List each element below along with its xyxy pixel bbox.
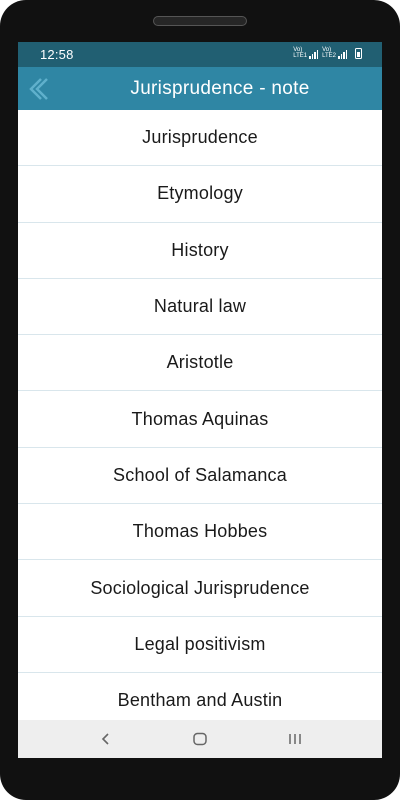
nav-back-button[interactable]: [93, 726, 119, 752]
app-bar: Jurisprudence - note: [18, 67, 382, 110]
nav-home-icon: [193, 732, 207, 746]
page-title: Jurisprudence - note: [130, 78, 310, 99]
sim2-lte-label: LTE2: [322, 53, 336, 59]
list-item[interactable]: History: [18, 223, 382, 279]
list-item[interactable]: Thomas Aquinas: [18, 391, 382, 448]
nav-recents-button[interactable]: [282, 726, 308, 752]
list-item[interactable]: Etymology: [18, 166, 382, 223]
nav-home-button[interactable]: [187, 726, 213, 752]
list-item[interactable]: Natural law: [18, 279, 382, 336]
screen: 12:58 Vo) LTE1 Vo) LTE2 Jurisprudence - …: [18, 42, 382, 758]
status-time: 12:58: [40, 47, 74, 62]
status-bar: 12:58 Vo) LTE1 Vo) LTE2: [18, 42, 382, 67]
back-button[interactable]: [23, 75, 51, 103]
list-item[interactable]: Thomas Hobbes: [18, 504, 382, 561]
nav-recents-icon: [289, 734, 301, 744]
battery-icon: [355, 47, 362, 59]
list-item[interactable]: School of Salamanca: [18, 448, 382, 505]
list-item[interactable]: Legal positivism: [18, 617, 382, 673]
signal-bars-icon: [338, 50, 347, 59]
chevron-left-icon: [29, 78, 48, 100]
speaker-grille: [153, 16, 247, 26]
sim1-lte-label: LTE1: [293, 53, 308, 59]
system-nav-bar: [18, 720, 382, 758]
status-icons: Vo) LTE1 Vo) LTE2: [293, 47, 362, 59]
sim1-signal: Vo) LTE1: [293, 47, 319, 59]
signal-bars-icon: [309, 50, 319, 59]
list-item[interactable]: Sociological Jurisprudence: [18, 560, 382, 617]
nav-back-icon: [101, 733, 109, 745]
sim2-signal: Vo) LTE2: [322, 47, 347, 59]
topic-list: Jurisprudence Etymology History Natural …: [18, 110, 382, 720]
list-item[interactable]: Bentham and Austin: [18, 673, 382, 720]
list-item[interactable]: Jurisprudence: [18, 110, 382, 167]
phone-frame: 12:58 Vo) LTE1 Vo) LTE2 Jurisprudence - …: [0, 0, 400, 800]
list-item[interactable]: Aristotle: [18, 335, 382, 392]
